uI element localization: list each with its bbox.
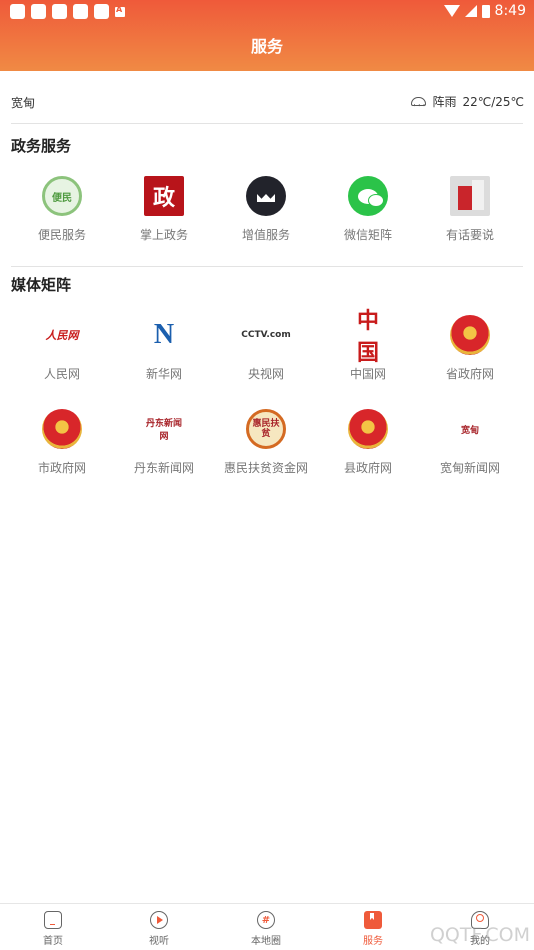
section-title-media: 媒体矩阵 — [11, 276, 72, 294]
wifi-icon — [443, 5, 460, 17]
national-emblem-icon — [450, 315, 490, 355]
media-item-china[interactable]: 中国 中国网 — [316, 308, 420, 382]
service-item-youhua[interactable]: 有话要说 — [418, 176, 522, 243]
media-item-city[interactable]: 市政府网 — [10, 409, 114, 476]
tab-label: 视听 — [149, 936, 169, 947]
huimin-seal-icon: 惠民扶贫 — [246, 409, 286, 449]
media-item-label: 丹东新闻网 — [133, 461, 194, 475]
media-item-cctv[interactable]: CCTV.com 央视网 — [214, 315, 318, 382]
divider — [11, 266, 523, 267]
tab-local[interactable]: # 本地圈 — [213, 911, 319, 947]
media-item-label: 惠民扶贫资金网 — [223, 461, 308, 475]
bookmark-icon — [364, 911, 382, 929]
media-item-label: 省政府网 — [445, 367, 494, 381]
service-item-label: 增值服务 — [241, 228, 290, 242]
notification-icon — [115, 5, 125, 17]
media-item-county[interactable]: 县政府网 — [316, 409, 420, 476]
app-header: 8:49 服务 — [0, 0, 534, 71]
national-emblem-icon — [348, 409, 388, 449]
media-item-label: 人民网 — [43, 367, 80, 381]
media-item-label: 宽甸新闻网 — [439, 461, 500, 475]
clock: 8:49 — [494, 3, 526, 19]
divider — [11, 123, 523, 124]
media-item-label: 新华网 — [145, 367, 182, 381]
bianmin-icon: 便民 — [42, 176, 82, 216]
notification-icon — [31, 4, 46, 19]
media-item-renmin[interactable]: 人民网 人民网 — [10, 315, 114, 382]
tab-service[interactable]: 服务 — [320, 911, 426, 947]
battery-icon — [481, 4, 490, 18]
media-item-label: 县政府网 — [343, 461, 392, 475]
hashtag-icon: # — [257, 911, 275, 929]
china-net-logo-icon: 中国 — [356, 308, 379, 365]
notification-icons — [10, 4, 125, 19]
service-item-label: 便民服务 — [37, 228, 86, 242]
weather-info: 阵雨 22℃/25℃ — [410, 93, 524, 112]
watermark: QQTF.COM — [429, 924, 530, 946]
play-icon — [150, 911, 168, 929]
dandong-news-logo-icon: 丹东新闻网 — [145, 419, 182, 442]
media-item-kuandian[interactable]: 宽甸 宽甸新闻网 — [418, 409, 522, 476]
media-item-xinhua[interactable]: N 新华网 — [112, 315, 216, 382]
status-bar: 8:49 — [0, 0, 534, 24]
tab-home[interactable]: 首页 — [0, 911, 106, 947]
kuandian-news-logo-icon: 宽甸 — [460, 425, 479, 436]
zheng-icon: 政 — [144, 176, 184, 216]
weather-condition: 阵雨 — [432, 95, 457, 109]
xinhua-logo-icon: N — [153, 319, 175, 350]
national-emblem-icon — [42, 409, 82, 449]
tab-label: 首页 — [43, 936, 63, 947]
rain-cloud-icon — [410, 96, 427, 112]
tab-label: 服务 — [363, 936, 383, 947]
notification-icon — [73, 4, 88, 19]
media-item-dandong[interactable]: 丹东新闻网 丹东新闻网 — [112, 409, 216, 476]
notification-icon — [94, 4, 109, 19]
section-title-gov: 政务服务 — [11, 137, 72, 155]
service-item-wechat[interactable]: 微信矩阵 — [316, 176, 420, 243]
notification-icon — [10, 4, 25, 19]
home-icon — [44, 911, 62, 929]
media-item-label: 市政府网 — [37, 461, 86, 475]
media-item-province[interactable]: 省政府网 — [418, 315, 522, 382]
page-title: 服务 — [250, 37, 283, 56]
weather-row: 宽甸 阵雨 22℃/25℃ — [0, 88, 534, 116]
tab-video[interactable]: 视听 — [106, 911, 212, 947]
speak-icon — [450, 176, 490, 216]
status-right: 8:49 — [443, 3, 526, 19]
service-item-zengzhi[interactable]: 增值服务 — [214, 176, 318, 243]
service-item-label: 微信矩阵 — [343, 228, 392, 242]
media-item-label: 中国网 — [349, 367, 386, 381]
people-daily-logo-icon: 人民网 — [45, 329, 79, 342]
signal-icon — [464, 5, 477, 17]
service-item-label: 掌上政务 — [139, 228, 188, 242]
service-item-bianmin[interactable]: 便民 便民服务 — [10, 176, 114, 243]
notification-icon — [52, 4, 67, 19]
location-label[interactable]: 宽甸 — [11, 94, 35, 111]
cctv-logo-icon: CCTV.com — [241, 330, 291, 340]
crown-icon — [246, 176, 286, 216]
wechat-icon — [348, 176, 388, 216]
service-item-zhangshang[interactable]: 政 掌上政务 — [112, 176, 216, 243]
weather-temperature: 22℃/25℃ — [462, 94, 524, 109]
tab-label: 本地圈 — [251, 936, 281, 947]
media-item-label: 央视网 — [247, 367, 284, 381]
media-item-huimin[interactable]: 惠民扶贫 惠民扶贫资金网 — [214, 409, 318, 476]
service-item-label: 有话要说 — [445, 228, 494, 242]
